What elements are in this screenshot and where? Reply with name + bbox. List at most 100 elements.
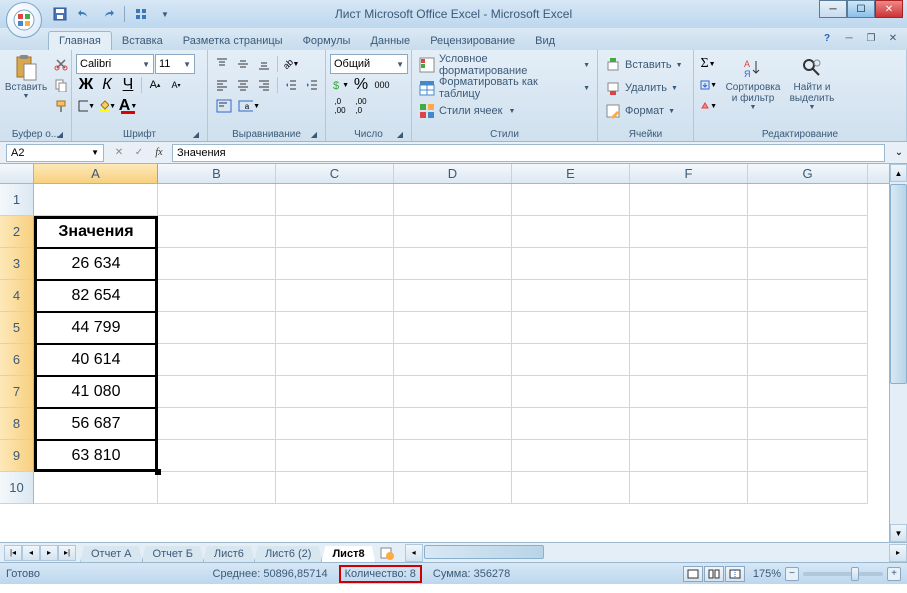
cell-G4[interactable] (748, 280, 868, 312)
clear-icon[interactable]: ▼ (698, 96, 718, 116)
sheet-tab-1[interactable]: Отчет Б (142, 546, 204, 563)
row-header-6[interactable]: 6 (0, 344, 34, 376)
cell-E5[interactable] (512, 312, 630, 344)
find-select-button[interactable]: Найти и выделить▼ (784, 54, 840, 114)
cell-styles-button[interactable]: Стили ячеек▼ (416, 100, 593, 122)
cell-D10[interactable] (394, 472, 512, 504)
cell-E1[interactable] (512, 184, 630, 216)
cell-F4[interactable] (630, 280, 748, 312)
paste-button[interactable]: Вставить ▼ (4, 54, 48, 103)
minimize-button[interactable]: ─ (819, 0, 847, 18)
tab-view[interactable]: Вид (525, 32, 565, 50)
minimize-ribbon-icon[interactable]: ─ (841, 30, 857, 46)
restore-window-icon[interactable]: ❐ (863, 30, 879, 46)
fill-icon[interactable]: ▼ (698, 75, 718, 95)
insert-cells-button[interactable]: Вставить▼ (602, 54, 686, 76)
cell-G8[interactable] (748, 408, 868, 440)
sort-filter-button[interactable]: АЯ Сортировка и фильтр▼ (725, 54, 781, 114)
align-center-icon[interactable] (233, 75, 253, 95)
new-sheet-icon[interactable] (377, 545, 397, 561)
column-header-B[interactable]: B (158, 164, 276, 183)
cell-B10[interactable] (158, 472, 276, 504)
cell-D5[interactable] (394, 312, 512, 344)
cell-A8[interactable]: 56 687 (34, 408, 158, 440)
tab-insert[interactable]: Вставка (112, 32, 173, 50)
cell-D3[interactable] (394, 248, 512, 280)
cell-F9[interactable] (630, 440, 748, 472)
tab-home[interactable]: Главная (48, 31, 112, 50)
percent-format-icon[interactable]: % (351, 75, 371, 95)
cell-G7[interactable] (748, 376, 868, 408)
sheet-tab-2[interactable]: Лист6 (203, 546, 255, 563)
decrease-font-icon[interactable]: A▾ (166, 75, 186, 95)
formula-input[interactable]: Значения (172, 144, 885, 162)
cell-E2[interactable] (512, 216, 630, 248)
number-launcher-icon[interactable]: ◢ (395, 130, 405, 140)
cell-A6[interactable]: 40 614 (34, 344, 158, 376)
cell-E3[interactable] (512, 248, 630, 280)
border-icon[interactable]: ▼ (76, 96, 96, 116)
decrease-decimal-icon[interactable]: ,00,0 (351, 96, 371, 116)
orientation-icon[interactable]: ab▼ (281, 54, 301, 74)
cell-E8[interactable] (512, 408, 630, 440)
align-bottom-icon[interactable] (254, 54, 274, 74)
cell-C8[interactable] (276, 408, 394, 440)
bold-button[interactable]: Ж (76, 75, 96, 95)
align-top-icon[interactable] (212, 54, 232, 74)
cell-C4[interactable] (276, 280, 394, 312)
normal-view-icon[interactable] (683, 566, 703, 582)
cell-D8[interactable] (394, 408, 512, 440)
fx-icon[interactable]: fx (150, 144, 168, 162)
format-painter-icon[interactable] (51, 96, 71, 116)
row-header-3[interactable]: 3 (0, 248, 34, 280)
cell-A2[interactable]: Значения (34, 216, 158, 248)
row-header-9[interactable]: 9 (0, 440, 34, 472)
name-box[interactable]: A2▼ (6, 144, 104, 162)
cell-C1[interactable] (276, 184, 394, 216)
cell-B8[interactable] (158, 408, 276, 440)
column-header-A[interactable]: A (34, 164, 158, 183)
format-cells-button[interactable]: Формат▼ (602, 100, 686, 122)
cell-F3[interactable] (630, 248, 748, 280)
prev-sheet-icon[interactable]: ◂ (22, 545, 40, 561)
align-middle-icon[interactable] (233, 54, 253, 74)
select-all-corner[interactable] (0, 164, 34, 183)
number-format-combo[interactable]: Общий▼ (330, 54, 408, 74)
wrap-text-icon[interactable] (212, 96, 236, 116)
cell-G6[interactable] (748, 344, 868, 376)
cell-D6[interactable] (394, 344, 512, 376)
align-left-icon[interactable] (212, 75, 232, 95)
cell-B6[interactable] (158, 344, 276, 376)
cell-G1[interactable] (748, 184, 868, 216)
row-header-10[interactable]: 10 (0, 472, 34, 504)
next-sheet-icon[interactable]: ▸ (40, 545, 58, 561)
cell-F1[interactable] (630, 184, 748, 216)
row-header-7[interactable]: 7 (0, 376, 34, 408)
first-sheet-icon[interactable]: |◂ (4, 545, 22, 561)
cell-F2[interactable] (630, 216, 748, 248)
format-as-table-button[interactable]: Форматировать как таблицу▼ (416, 77, 593, 99)
cell-D2[interactable] (394, 216, 512, 248)
scroll-left-icon[interactable]: ◂ (405, 544, 423, 562)
cell-A7[interactable]: 41 080 (34, 376, 158, 408)
cut-icon[interactable] (51, 54, 71, 74)
cell-G2[interactable] (748, 216, 868, 248)
expand-formula-icon[interactable]: ⌄ (891, 147, 907, 158)
cell-E7[interactable] (512, 376, 630, 408)
fill-color-icon[interactable]: ▼ (97, 96, 117, 116)
close-button[interactable]: ✕ (875, 0, 903, 18)
qat-dropdown-icon[interactable]: ▼ (155, 4, 175, 24)
cell-G5[interactable] (748, 312, 868, 344)
qat-custom-icon[interactable] (131, 4, 151, 24)
decrease-indent-icon[interactable] (281, 75, 301, 95)
undo-icon[interactable] (74, 4, 94, 24)
close-workbook-icon[interactable]: ✕ (885, 30, 901, 46)
enter-formula-icon[interactable]: ✓ (130, 144, 148, 162)
cell-G3[interactable] (748, 248, 868, 280)
scroll-up-icon[interactable]: ▲ (890, 164, 907, 182)
row-header-1[interactable]: 1 (0, 184, 34, 216)
tab-formulas[interactable]: Формулы (293, 32, 361, 50)
increase-font-icon[interactable]: A▴ (145, 75, 165, 95)
save-icon[interactable] (50, 4, 70, 24)
cell-E9[interactable] (512, 440, 630, 472)
